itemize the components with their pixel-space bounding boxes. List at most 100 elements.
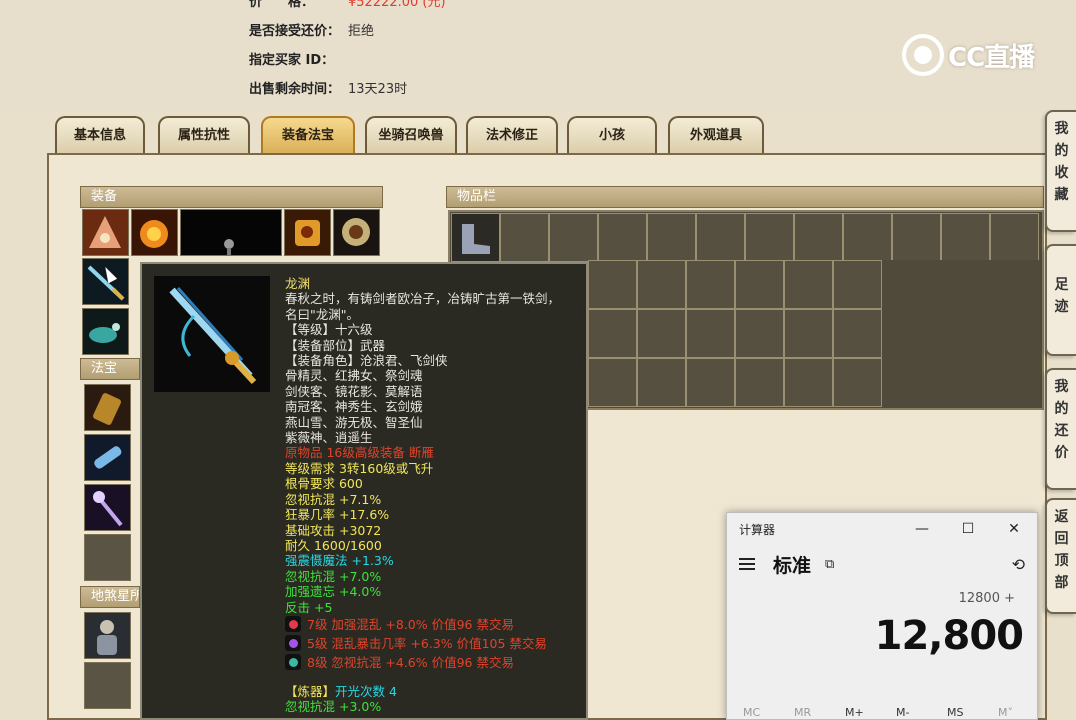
fabao-slot-4[interactable] (84, 534, 131, 581)
dishaxing-slot-2[interactable] (84, 662, 131, 709)
inventory-cell[interactable] (784, 358, 833, 407)
side-nav-favorites[interactable]: 我的收藏 (1045, 110, 1076, 232)
inventory-cell[interactable] (686, 309, 735, 358)
inventory-cell[interactable] (686, 260, 735, 309)
price-row: 价 格： ¥52222.00 (元) (249, 0, 446, 10)
inventory-cell[interactable] (735, 309, 784, 358)
side-nav-my-offers[interactable]: 我的还价 (1045, 368, 1076, 490)
inventory-cell[interactable] (451, 213, 500, 262)
inventory-cell[interactable] (686, 358, 735, 407)
inventory-cell[interactable] (735, 260, 784, 309)
bargain-row: 是否接受还价： 拒绝 (249, 20, 374, 39)
fabao-slot-2[interactable] (84, 434, 131, 481)
inventory-cell[interactable] (637, 260, 686, 309)
inventory-cell[interactable] (843, 213, 892, 262)
inventory-cell[interactable] (833, 358, 882, 407)
side-nav-history[interactable]: 足迹 (1045, 244, 1076, 356)
inventory-cell[interactable] (637, 309, 686, 358)
side-nav-back-to-top[interactable]: 返回顶部 (1045, 498, 1076, 614)
inventory-cell[interactable] (637, 358, 686, 407)
fabao-slot-1[interactable] (84, 384, 131, 431)
calculator-mode-bar: 标准 ⧉ (727, 545, 1037, 583)
item-slot: 【装备部位】武器 (285, 337, 386, 353)
item-stat: 加强遗忘 +4.0% (285, 584, 382, 600)
tab-attributes[interactable]: 属性抗性 (158, 116, 250, 156)
item-stat: 耐久 1600/1600 (285, 537, 382, 553)
inventory-cell[interactable] (941, 213, 990, 262)
item-origin: 原物品 16级高级装备 断雁 (285, 445, 434, 461)
memory-clear-button[interactable]: MC (743, 706, 794, 719)
cc-logo-icon (902, 34, 944, 76)
gem-row: 7级 加强混乱 +8.0% 价值96 禁交易 (285, 615, 585, 634)
equip-slot-helmet[interactable] (82, 209, 129, 256)
inventory-cell[interactable] (696, 213, 745, 262)
equip-slot-armor[interactable] (284, 209, 331, 256)
item-req-bone: 根骨要求 600 (285, 476, 363, 492)
equipment-header: 装备 (80, 186, 383, 208)
inventory-cell[interactable] (833, 309, 882, 358)
inventory-cell[interactable] (549, 213, 598, 262)
side-nav-label: 返回顶部 (1054, 509, 1069, 591)
red-gem-icon (285, 616, 301, 633)
menu-icon[interactable] (739, 558, 755, 570)
buyer-label: 指定买家 ID： (249, 53, 335, 68)
tab-spell-mods[interactable]: 法术修正 (466, 116, 558, 156)
inventory-cell[interactable] (588, 309, 637, 358)
tab-equipment[interactable]: 装备法宝 (261, 116, 355, 156)
memory-subtract-button[interactable]: M- (896, 706, 947, 719)
inventory-header: 物品栏 (446, 186, 1044, 208)
inventory-cell[interactable] (647, 213, 696, 262)
gem-row: 8级 忽视抗混 +4.6% 价值96 禁交易 (285, 653, 585, 672)
side-nav-label: 我的还价 (1054, 379, 1069, 461)
inventory-cell[interactable] (598, 213, 647, 262)
refine-value: 开光次数 4 (335, 683, 397, 699)
listing-info: 价 格： ¥52222.00 (元) 是否接受还价： 拒绝 指定买家 ID： 出… (0, 0, 1076, 112)
inventory-cell[interactable] (794, 213, 843, 262)
history-icon[interactable]: ⟲ (1012, 555, 1025, 574)
item-stat: 狂暴几率 +17.6% (285, 507, 390, 523)
tab-mounts-pets[interactable]: 坐骑召唤兽 (365, 116, 457, 156)
equip-slot-character[interactable] (180, 209, 282, 256)
minimize-icon[interactable]: — (899, 513, 945, 545)
inventory-cell[interactable] (892, 213, 941, 262)
side-nav-label: 足迹 (1054, 277, 1069, 315)
inventory-cell[interactable] (784, 309, 833, 358)
equip-slot-belt[interactable] (333, 209, 380, 256)
character-icon (224, 239, 234, 256)
maximize-icon[interactable]: ☐ (945, 513, 991, 545)
equip-slot-shoes[interactable] (82, 308, 129, 355)
memory-list-button[interactable]: M˅ (998, 706, 1049, 719)
equip-slot-weapon[interactable] (82, 258, 129, 305)
inventory-cell[interactable] (784, 260, 833, 309)
item-description: 龙渊 春秋之时，有铸剑者欧冶子，冶铸旷古第一铁剑， 名曰"龙渊"。 【等级】十六… (285, 276, 585, 715)
necklace-icon (140, 220, 168, 248)
inventory-cell[interactable] (745, 213, 794, 262)
calculator-titlebar: 计算器 — ☐ ✕ (727, 513, 1037, 545)
item-level: 【等级】十六级 (285, 322, 373, 338)
tab-basic-info[interactable]: 基本信息 (55, 116, 145, 156)
close-icon[interactable]: ✕ (991, 513, 1037, 545)
keep-on-top-icon[interactable]: ⧉ (825, 557, 834, 572)
tab-children[interactable]: 小孩 (567, 116, 657, 156)
item-roles-3: 剑侠客、镜花影、莫解语 (285, 383, 423, 399)
inventory-cell[interactable] (500, 213, 549, 262)
equip-slot-necklace[interactable] (131, 209, 178, 256)
bargain-label: 是否接受还价： (249, 24, 341, 39)
inventory-cell[interactable] (990, 213, 1039, 262)
tab-appearance[interactable]: 外观道具 (668, 116, 764, 156)
gem-text: 5级 混乱暴击几率 +6.3% 价值105 禁交易 (307, 635, 547, 651)
inventory-cell[interactable] (588, 260, 637, 309)
memory-store-button[interactable]: MS (947, 706, 998, 719)
item-stat: 反击 +5 (285, 599, 333, 615)
belt-icon (342, 218, 370, 246)
armor-icon (295, 220, 320, 246)
fabao-slot-3[interactable] (84, 484, 131, 531)
inventory-cell[interactable] (588, 358, 637, 407)
memory-recall-button[interactable]: MR (794, 706, 845, 719)
dishaxing-slot-1[interactable] (84, 612, 131, 659)
inventory-cell[interactable] (833, 260, 882, 309)
memory-add-button[interactable]: M+ (845, 706, 896, 719)
inventory-cell[interactable] (735, 358, 784, 407)
item-roles-1: 【装备角色】沧浪君、飞剑侠 (285, 353, 448, 369)
refine-label: 【炼器】 (285, 683, 336, 699)
